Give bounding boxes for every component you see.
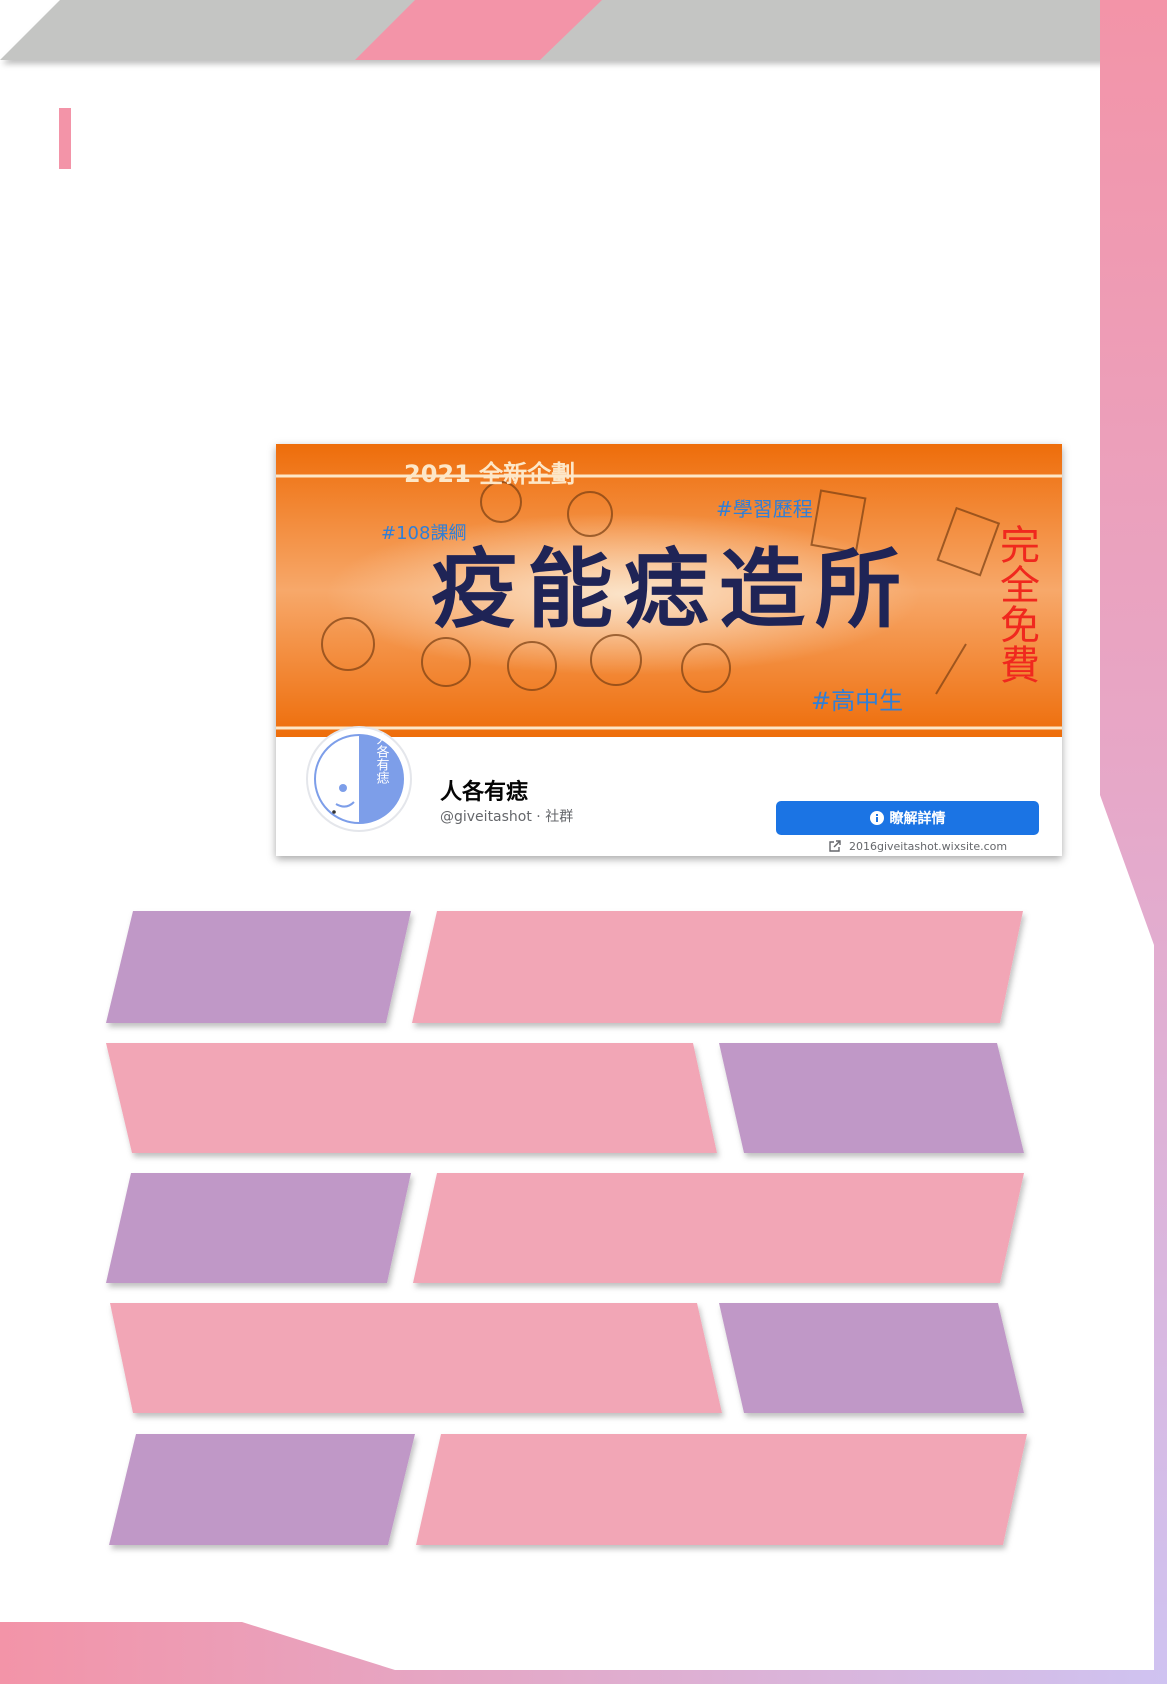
top-banner bbox=[0, 0, 1104, 60]
info-icon bbox=[869, 811, 884, 825]
tile-grid bbox=[106, 911, 1027, 1545]
page-handle: @giveitashot · 社群 bbox=[440, 809, 574, 825]
heading-accent-bar bbox=[59, 108, 71, 169]
tile-purple bbox=[109, 1434, 415, 1545]
cover-illustration: 2021 全新企劃 #108課綱 #學習歷程 疫能痣造所 #高中生 完全免費 bbox=[276, 444, 1062, 737]
cover-title: 疫能痣造所 bbox=[431, 540, 911, 640]
learn-more-button[interactable]: 瞭解詳情 bbox=[776, 801, 1039, 835]
learn-more-label: 瞭解詳情 bbox=[889, 811, 946, 827]
tile-pink bbox=[110, 1303, 722, 1413]
tile-purple bbox=[719, 1303, 1024, 1413]
cover-tagline: 2021 全新企劃 bbox=[404, 460, 575, 488]
cover-tag-portfolio: #學習歷程 bbox=[716, 497, 813, 521]
tile-pink bbox=[412, 911, 1023, 1023]
website-link[interactable]: 2016giveitashot.wixsite.com bbox=[828, 840, 1007, 853]
tile-purple bbox=[719, 1043, 1024, 1153]
page-avatar[interactable]: 人各有痣 bbox=[306, 726, 412, 832]
bottom-gradient-band bbox=[0, 1622, 1167, 1684]
tile-pink bbox=[416, 1434, 1027, 1545]
facebook-page-card: 2021 全新企劃 #108課綱 #學習歷程 疫能痣造所 #高中生 完全免費 人… bbox=[276, 444, 1062, 856]
tile-purple bbox=[106, 1173, 411, 1283]
avatar-label: 人各有痣 bbox=[374, 732, 390, 785]
tile-pink bbox=[106, 1043, 717, 1153]
cover-image: 2021 全新企劃 #108課綱 #學習歷程 疫能痣造所 #高中生 完全免費 bbox=[276, 444, 1062, 737]
external-link-icon bbox=[828, 840, 841, 853]
website-url: 2016giveitashot.wixsite.com bbox=[849, 840, 1008, 853]
page-name[interactable]: 人各有痣 bbox=[440, 774, 528, 806]
tile-pink bbox=[413, 1173, 1024, 1283]
tile-purple bbox=[106, 911, 411, 1023]
right-gradient-band bbox=[1100, 0, 1167, 1684]
cover-tag-student: #高中生 bbox=[811, 687, 903, 715]
cover-free-label: 完全免費 bbox=[993, 524, 1039, 684]
